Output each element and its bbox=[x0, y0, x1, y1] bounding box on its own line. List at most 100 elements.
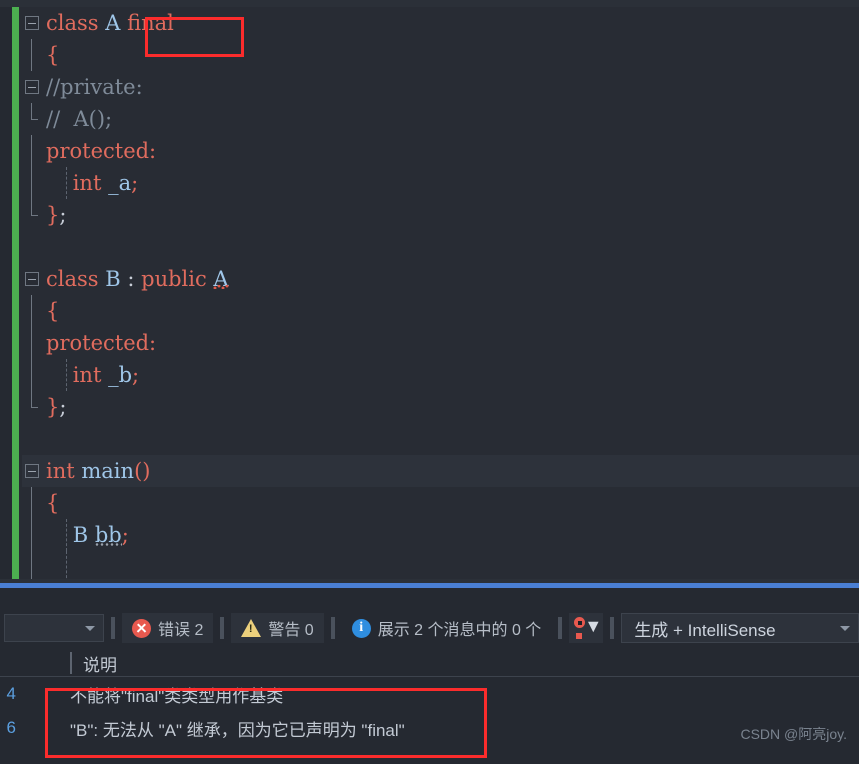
toolbar-separator bbox=[558, 617, 563, 639]
code-token: _a bbox=[108, 171, 132, 195]
code-line[interactable]: protected: bbox=[22, 135, 859, 167]
fold-collapse-icon[interactable] bbox=[25, 16, 39, 30]
code-line[interactable]: class B : public A bbox=[22, 263, 859, 295]
code-token: A bbox=[213, 267, 229, 291]
errors-filter-button[interactable]: 错误 2 bbox=[122, 613, 214, 643]
code-token: public bbox=[141, 267, 207, 291]
chevron-down-icon bbox=[85, 625, 95, 631]
code-line[interactable]: }; bbox=[22, 199, 859, 231]
info-icon bbox=[351, 618, 371, 638]
error-row[interactable]: 4 不能将"final"类类型用作基类 bbox=[0, 677, 859, 711]
code-editor[interactable]: class A final {//private: // A(); protected… bbox=[0, 7, 859, 583]
error-rows[interactable]: 4 不能将"final"类类型用作基类 6 "B": 无法从 "A" 继承，因为它已声… bbox=[0, 677, 859, 747]
error-row-line-number: 4 bbox=[6, 684, 16, 703]
toolbar-separator bbox=[220, 617, 225, 639]
code-token: class bbox=[46, 11, 99, 35]
code-token: ; bbox=[59, 203, 67, 227]
error-list-toolbar: 错误 2 警告 0 展示 2 个消息中的 0 个 ▼ 生成 + IntelliS bbox=[0, 610, 859, 646]
error-row-description: 不能将"final"类类型用作基类 bbox=[70, 686, 284, 706]
errors-label: 错误 2 bbox=[158, 622, 204, 639]
code-token: final bbox=[127, 11, 174, 35]
fold-collapse-icon[interactable] bbox=[25, 464, 39, 478]
indent-guide bbox=[31, 487, 32, 519]
indent-guide bbox=[31, 135, 32, 167]
column-header-row: 说明 bbox=[0, 648, 859, 678]
indent-guide bbox=[31, 103, 38, 120]
code-line[interactable]: int _b; bbox=[22, 359, 859, 391]
code-token: () bbox=[134, 459, 151, 483]
column-header-gutter bbox=[0, 648, 70, 678]
code-token: bb bbox=[94, 523, 122, 547]
code-token: _b bbox=[108, 363, 133, 387]
code-token: ; bbox=[131, 171, 139, 195]
indent-guide bbox=[31, 359, 32, 391]
visual-studio-window: class A final {//private: // A(); protected… bbox=[0, 0, 859, 764]
code-line[interactable]: { bbox=[22, 295, 859, 327]
code-line[interactable]: { bbox=[22, 39, 859, 71]
code-line[interactable]: }; bbox=[22, 391, 859, 423]
indent-guide bbox=[31, 167, 32, 199]
warnings-filter-button[interactable]: 警告 0 bbox=[231, 613, 324, 643]
code-line[interactable]: protected: bbox=[22, 327, 859, 359]
scope-dropdown[interactable] bbox=[4, 614, 104, 642]
code-token: : bbox=[120, 267, 142, 291]
code-token: main bbox=[81, 459, 135, 483]
code-token: protected: bbox=[46, 139, 157, 163]
build-source-combo[interactable]: 生成 + IntelliSense bbox=[621, 613, 859, 643]
code-line[interactable]: int main() bbox=[22, 455, 859, 487]
code-token: } bbox=[46, 395, 60, 419]
filter-funnel-icon: ▼ bbox=[584, 616, 603, 636]
change-indicator-bar bbox=[12, 7, 19, 583]
code-line[interactable] bbox=[22, 423, 859, 455]
error-row-line-number: 6 bbox=[6, 718, 16, 737]
build-source-value: 生成 + IntelliSense bbox=[634, 620, 776, 640]
toolbar-separator bbox=[610, 617, 615, 639]
error-list-panel: 错误 2 警告 0 展示 2 个消息中的 0 个 ▼ 生成 + IntelliS bbox=[0, 588, 859, 764]
code-line[interactable] bbox=[22, 231, 859, 263]
indent-guide bbox=[31, 39, 32, 71]
code-token: } bbox=[46, 203, 60, 227]
editor-gutter[interactable] bbox=[0, 7, 12, 583]
warnings-label: 警告 0 bbox=[268, 622, 314, 639]
watermark: CSDN @阿亮joy. bbox=[740, 726, 847, 742]
code-line[interactable]: //private: bbox=[22, 71, 859, 103]
toolbar-separator bbox=[330, 617, 335, 639]
indent-guide bbox=[31, 327, 32, 359]
filter-badge-dot-icon bbox=[576, 633, 583, 639]
code-token: { bbox=[46, 491, 60, 515]
error-row-description: "B": 无法从 "A" 继承，因为它已声明为 "final" bbox=[70, 720, 405, 740]
indent-guide-dashed bbox=[66, 167, 67, 199]
indent-guide-dashed bbox=[66, 519, 67, 551]
code-token: int bbox=[72, 171, 102, 195]
indent-guide bbox=[31, 295, 32, 327]
code-line[interactable]: { bbox=[22, 487, 859, 519]
indent-guide bbox=[31, 391, 38, 408]
code-line[interactable]: // A(); bbox=[22, 103, 859, 135]
code-token: int bbox=[72, 363, 102, 387]
column-header-description[interactable]: 说明 bbox=[83, 651, 117, 676]
messages-label: 展示 2 个消息中的 0 个 bbox=[377, 622, 542, 639]
fold-collapse-icon[interactable] bbox=[25, 272, 39, 286]
indent-guide bbox=[31, 199, 38, 216]
error-row[interactable]: 6 "B": 无法从 "A" 继承，因为它已声明为 "final" bbox=[0, 711, 859, 745]
code-token: { bbox=[46, 299, 60, 323]
warning-icon bbox=[241, 619, 262, 637]
toolbar-separator bbox=[111, 617, 115, 639]
code-line[interactable]: B bb; bbox=[22, 519, 859, 551]
messages-filter-button[interactable]: 展示 2 个消息中的 0 个 bbox=[342, 613, 552, 643]
error-icon bbox=[132, 618, 151, 638]
code-line[interactable]: int _a; bbox=[22, 167, 859, 199]
column-divider[interactable] bbox=[70, 652, 72, 674]
code-token: // A(); bbox=[46, 107, 113, 131]
fold-collapse-icon[interactable] bbox=[25, 80, 39, 94]
chevron-down-icon bbox=[840, 625, 850, 631]
code-token: ; bbox=[132, 363, 140, 387]
code-token: int bbox=[46, 459, 75, 483]
code-line[interactable]: class A final bbox=[22, 7, 859, 39]
filter-funnel-button[interactable]: ▼ bbox=[569, 613, 604, 643]
code-token: //private: bbox=[46, 75, 143, 99]
code-lines[interactable]: class A final {//private: // A(); protected… bbox=[22, 7, 859, 583]
